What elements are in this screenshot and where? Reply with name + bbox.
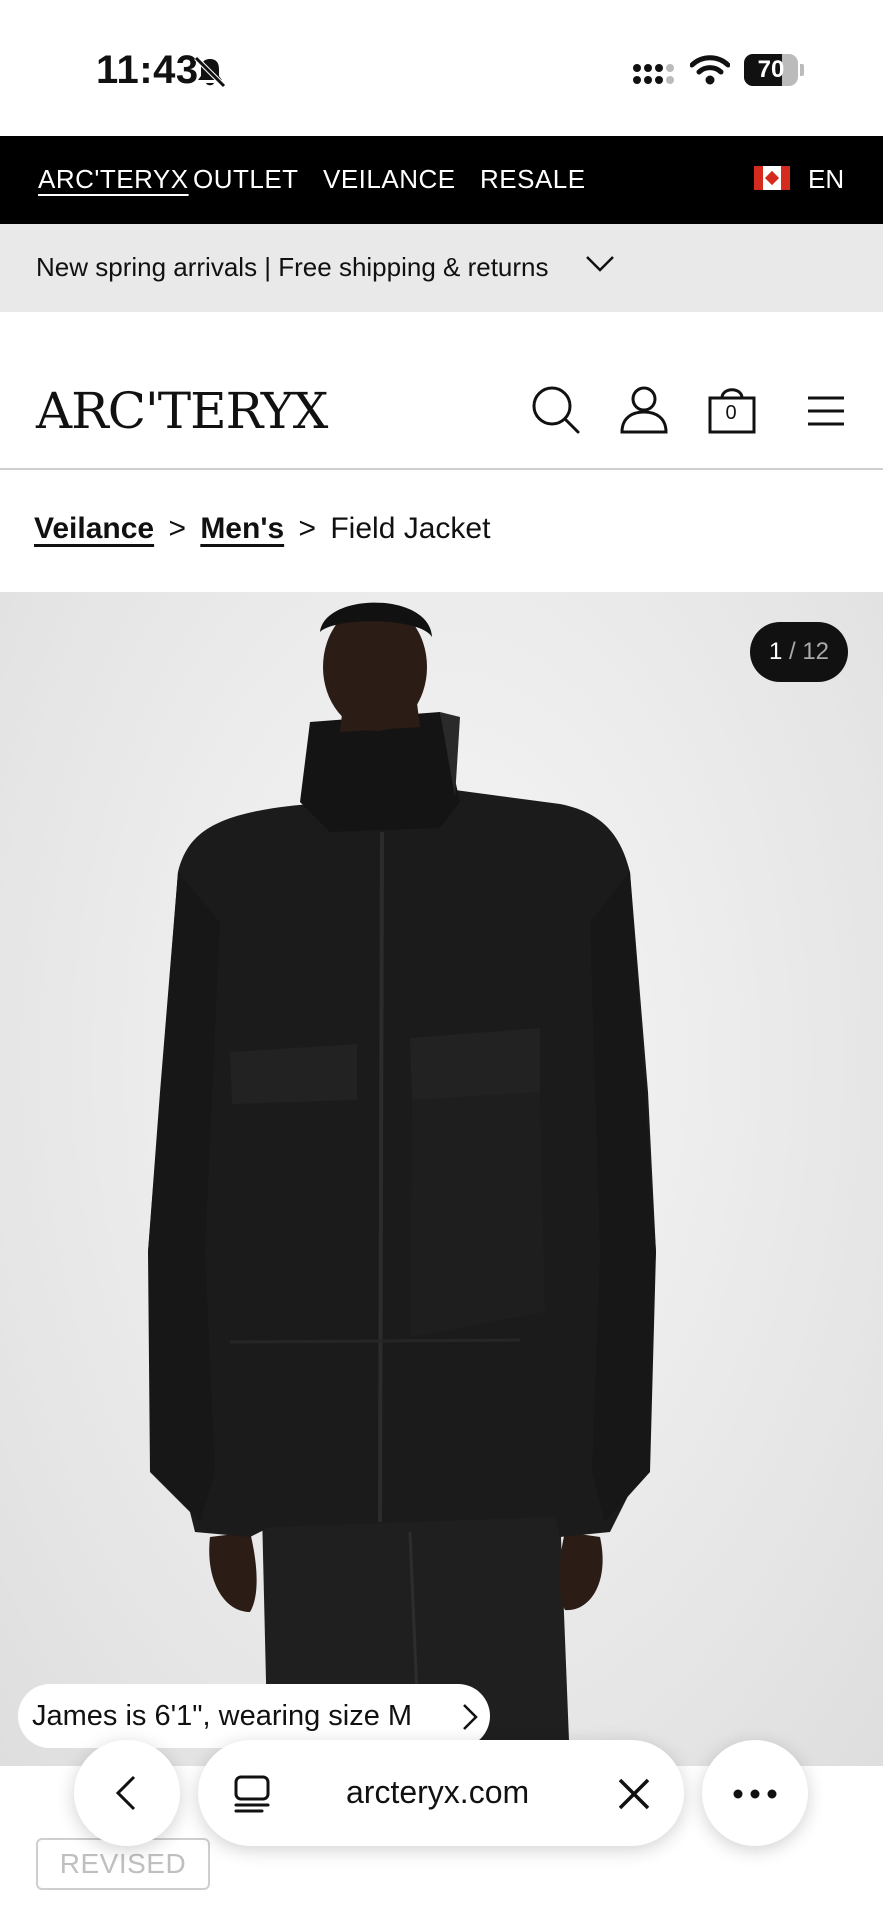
status-time: 11:43 [96, 48, 199, 92]
brand-nav-veilance[interactable]: VEILANCE [323, 164, 456, 195]
bell-off-icon [194, 56, 226, 88]
image-counter-total: 12 [802, 638, 830, 665]
address-bar[interactable]: arcteryx.com [198, 1740, 684, 1846]
battery-level: 70 [757, 56, 785, 83]
breadcrumb-veilance[interactable]: Veilance [34, 512, 154, 545]
url-text: arcteryx.com [346, 1774, 530, 1810]
chevron-left-icon [115, 1775, 136, 1811]
tabs-icon[interactable] [232, 1774, 272, 1814]
image-counter-current: 1 [768, 638, 783, 665]
back-button[interactable] [74, 1740, 180, 1846]
model-info-text: James is 6'1", wearing size M [32, 1700, 413, 1732]
wifi-icon [690, 55, 730, 85]
account-icon[interactable] [618, 384, 670, 436]
search-icon[interactable] [530, 384, 582, 436]
more-icon [733, 1789, 777, 1799]
brand-nav-resale[interactable]: RESALE [480, 164, 586, 195]
brand-nav-outlet[interactable]: OUTLET [193, 164, 299, 195]
more-options-button[interactable] [702, 1740, 808, 1846]
cart-button[interactable]: 0 [708, 384, 760, 436]
model-info-pill[interactable]: James is 6'1", wearing size M [18, 1684, 490, 1748]
product-image[interactable] [0, 592, 883, 1766]
promo-text: New spring arrivals | Free shipping & re… [36, 252, 549, 282]
brand-nav: ARC'TERYX OUTLET VEILANCE RESALE EN [0, 136, 883, 224]
menu-icon[interactable] [800, 384, 852, 436]
jacket-model-photo [148, 602, 656, 1766]
chevron-right-icon [463, 1704, 478, 1730]
chevron-down-icon[interactable] [584, 254, 616, 274]
breadcrumb: Veilance > Men's > Field Jacket [34, 512, 490, 546]
image-counter: 1 / 12 [750, 622, 848, 682]
brand-nav-arcteryx[interactable]: ARC'TERYX [38, 164, 189, 195]
language-selector[interactable]: EN [808, 164, 844, 195]
image-counter-separator: / [788, 638, 796, 665]
breadcrumb-current: Field Jacket [330, 512, 491, 545]
site-header: ARC'TERYX 0 [0, 312, 883, 470]
battery-icon: 70 [744, 54, 804, 86]
cart-count: 0 [725, 402, 737, 424]
arcteryx-logo[interactable]: ARC'TERYX [36, 382, 328, 440]
cellular-signal-icon [633, 64, 674, 84]
breadcrumb-separator: > [298, 512, 317, 545]
status-bar: 11:43 70 [0, 0, 883, 136]
canada-flag-icon[interactable] [754, 166, 790, 190]
close-icon[interactable] [616, 1776, 652, 1812]
breadcrumb-separator: > [168, 512, 186, 545]
promo-banner[interactable]: New spring arrivals | Free shipping & re… [0, 224, 883, 312]
breadcrumb-mens[interactable]: Men's [200, 512, 284, 545]
